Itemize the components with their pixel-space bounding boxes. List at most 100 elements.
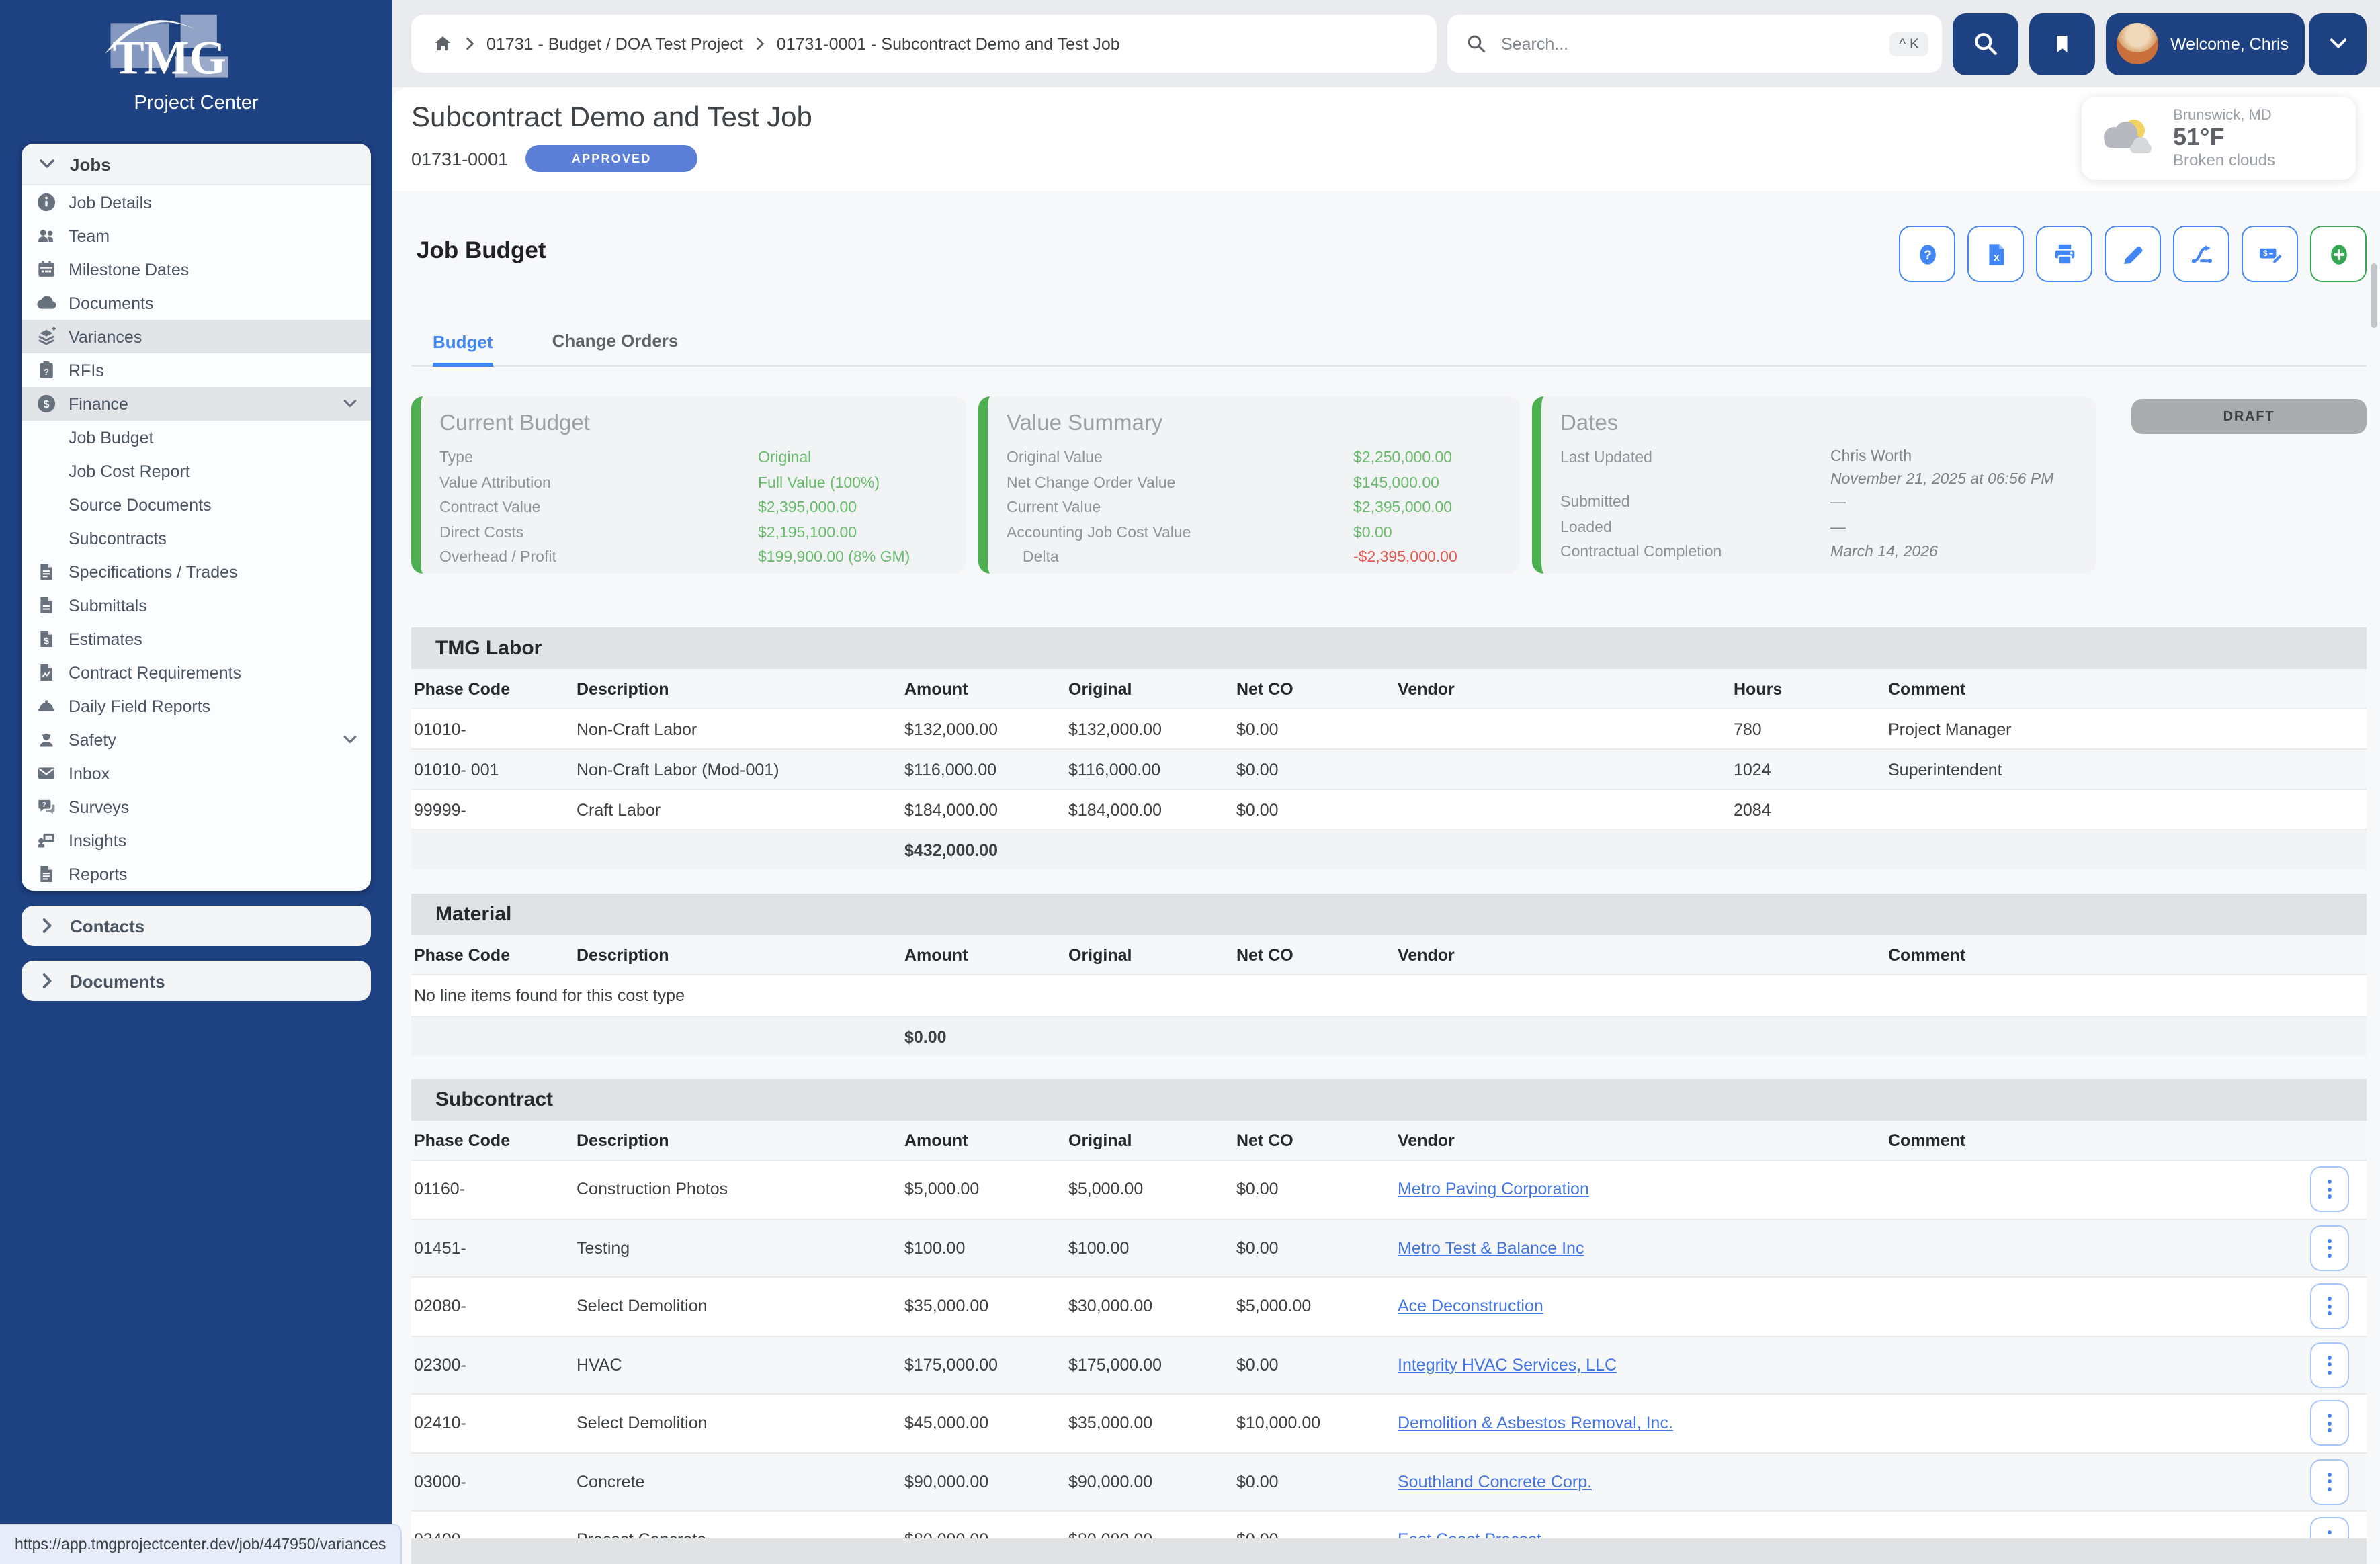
help-button[interactable]: ? xyxy=(1899,226,1955,282)
section-title: Material xyxy=(435,903,511,926)
field-value: $2,195,100.00 xyxy=(758,521,947,546)
export-excel-button[interactable]: x xyxy=(1967,226,2024,282)
user-menu-chevron-button[interactable] xyxy=(2309,13,2367,75)
col-original: Original xyxy=(1068,679,1236,698)
weather-location: Brunswick, MD xyxy=(2173,107,2275,123)
field-value: $2,395,000.00 xyxy=(1353,496,1501,521)
vendor-link[interactable]: Metro Test & Balance Inc xyxy=(1398,1239,1584,1258)
sidebar-item-insights[interactable]: Insights xyxy=(22,824,371,857)
cell-amount: $184,000.00 xyxy=(904,800,1068,819)
user-menu-button[interactable]: Welcome, Chris xyxy=(2106,13,2305,75)
tab-budget[interactable]: Budget xyxy=(433,332,493,367)
col-amount: Amount xyxy=(904,945,1068,964)
sidebar-item-variances[interactable]: Variances xyxy=(22,320,371,353)
cell-net-co: $5,000.00 xyxy=(1236,1297,1398,1316)
global-search-button[interactable] xyxy=(1953,13,2018,75)
sidebar-item-job-cost-report[interactable]: Job Cost Report xyxy=(22,454,371,488)
breadcrumb-job-link[interactable]: 01731-0001 - Subcontract Demo and Test J… xyxy=(777,34,1120,53)
sidebar-item-team[interactable]: Team xyxy=(22,219,371,253)
cell-original: $30,000.00 xyxy=(1068,1297,1236,1316)
sidebar-item-estimates[interactable]: $ Estimates xyxy=(22,622,371,656)
field-value: $2,250,000.00 xyxy=(1353,446,1501,471)
estimate-document-icon: $ xyxy=(36,629,56,649)
logo-subtitle: Project Center xyxy=(102,93,290,114)
scrollbar-thumb[interactable] xyxy=(2371,263,2377,328)
sidebar-item-label: Job Details xyxy=(69,193,357,212)
subcontract-section: Subcontract Phase Code Description Amoun… xyxy=(411,1079,2367,1564)
search-box: ^ K xyxy=(1447,15,1942,73)
sidebar-item-label: Finance xyxy=(69,394,331,413)
sidebar-item-subcontracts[interactable]: Subcontracts xyxy=(22,521,371,555)
col-hours: Hours xyxy=(1734,679,1888,698)
vendor-link[interactable]: Southland Concrete Corp. xyxy=(1398,1473,1592,1491)
cell-net-co: $0.00 xyxy=(1236,800,1398,819)
sidebar-item-safety[interactable]: Safety xyxy=(22,723,371,756)
cell-phase-code: 01010- xyxy=(414,720,577,738)
row-actions-button[interactable] xyxy=(2309,1225,2348,1271)
last-updated-at: November 21, 2025 at 06:56 PM xyxy=(1830,469,2078,490)
sidebar-item-label: Job Budget xyxy=(69,428,357,447)
field-value: $2,395,000.00 xyxy=(758,496,947,521)
table-row: 01010- Non-Craft Labor $132,000.00 $132,… xyxy=(411,708,2367,748)
tab-change-orders[interactable]: Change Orders xyxy=(552,331,679,365)
bookmarks-button[interactable] xyxy=(2029,13,2095,75)
vendor-link[interactable]: Metro Paving Corporation xyxy=(1398,1180,1589,1199)
table-header-row: Phase Code Description Amount Original N… xyxy=(411,1121,2367,1160)
sidebar-item-submittals[interactable]: Submittals xyxy=(22,589,371,622)
next-section-band xyxy=(411,1538,2367,1564)
row-actions-button[interactable] xyxy=(2309,1401,2348,1446)
row-actions-button[interactable] xyxy=(2309,1459,2348,1505)
edit-button[interactable] xyxy=(2105,226,2161,282)
tmg-logo[interactable]: TMG Project Center xyxy=(102,13,290,114)
vendor-link[interactable]: Ace Deconstruction xyxy=(1398,1297,1543,1316)
chevron-right-icon xyxy=(465,36,474,51)
clipboard-icon: ? xyxy=(36,360,56,380)
sidebar-group-contacts[interactable]: Contacts xyxy=(22,906,371,946)
row-actions-button[interactable] xyxy=(2309,1167,2348,1213)
col-comment: Comment xyxy=(1888,945,2367,964)
sidebar-group-jobs[interactable]: Jobs xyxy=(22,144,371,185)
sidebar-item-job-budget[interactable]: Job Budget xyxy=(22,421,371,454)
add-line-item-button[interactable] xyxy=(2310,226,2367,282)
search-input[interactable] xyxy=(1498,33,1877,54)
field-value: Original xyxy=(758,446,947,471)
cell-net-co: $0.00 xyxy=(1236,1180,1398,1199)
sidebar-item-finance[interactable]: $ Finance xyxy=(22,387,371,421)
cell-original: $5,000.00 xyxy=(1068,1180,1236,1199)
sidebar-item-inbox[interactable]: Inbox xyxy=(22,756,371,790)
cell-hours: 1024 xyxy=(1734,760,1888,779)
sidebar-item-daily-field-reports[interactable]: Daily Field Reports xyxy=(22,689,371,723)
budget-adjust-button[interactable]: $ xyxy=(2242,226,2298,282)
row-actions-button[interactable] xyxy=(2309,1284,2348,1330)
sidebar-item-specifications-trades[interactable]: Specifications / Trades xyxy=(22,555,371,589)
sidebar-item-surveys[interactable]: ? Surveys xyxy=(22,790,371,824)
empty-message: No line items found for this cost type xyxy=(414,986,2367,1005)
field-value: -$2,395,000.00 xyxy=(1353,546,1501,570)
breadcrumb-project-link[interactable]: 01731 - Budget / DOA Test Project xyxy=(486,34,743,53)
field-label: Contractual Completion xyxy=(1560,540,1830,565)
sidebar-item-source-documents[interactable]: Source Documents xyxy=(22,488,371,521)
sidebar-item-milestone-dates[interactable]: Milestone Dates xyxy=(22,253,371,286)
section-header: Material xyxy=(411,894,2367,935)
vendor-link[interactable]: Demolition & Asbestos Removal, Inc. xyxy=(1398,1414,1673,1433)
current-budget-card: Current Budget TypeOriginal Value Attrib… xyxy=(411,396,966,574)
money-flow-button[interactable] xyxy=(2173,226,2229,282)
sidebar-item-documents[interactable]: Documents xyxy=(22,286,371,320)
cell-comment: Superintendent xyxy=(1888,760,2367,779)
vendor-link[interactable]: Integrity HVAC Services, LLC xyxy=(1398,1356,1617,1375)
cell-description: Construction Photos xyxy=(577,1180,904,1199)
sidebar-group-documents[interactable]: Documents xyxy=(22,961,371,1001)
cell-comment: Project Manager xyxy=(1888,720,2367,738)
cell-phase-code: 01451- xyxy=(414,1239,577,1258)
sidebar-item-label: Job Cost Report xyxy=(69,462,357,480)
row-actions-button[interactable] xyxy=(2309,1342,2348,1388)
field-label: Net Change Order Value xyxy=(1007,471,1353,496)
sidebar-item-reports[interactable]: Reports xyxy=(22,857,371,891)
print-button[interactable] xyxy=(2036,226,2092,282)
job-header: Subcontract Demo and Test Job 01731-0001… xyxy=(392,87,2380,191)
sidebar-item-contract-requirements[interactable]: Contract Requirements xyxy=(22,656,371,689)
sidebar-item-rfis[interactable]: ? RFIs xyxy=(22,353,371,387)
pencil-icon xyxy=(2120,241,2145,267)
sidebar-item-job-details[interactable]: Job Details xyxy=(22,185,371,219)
home-icon[interactable] xyxy=(433,34,453,54)
